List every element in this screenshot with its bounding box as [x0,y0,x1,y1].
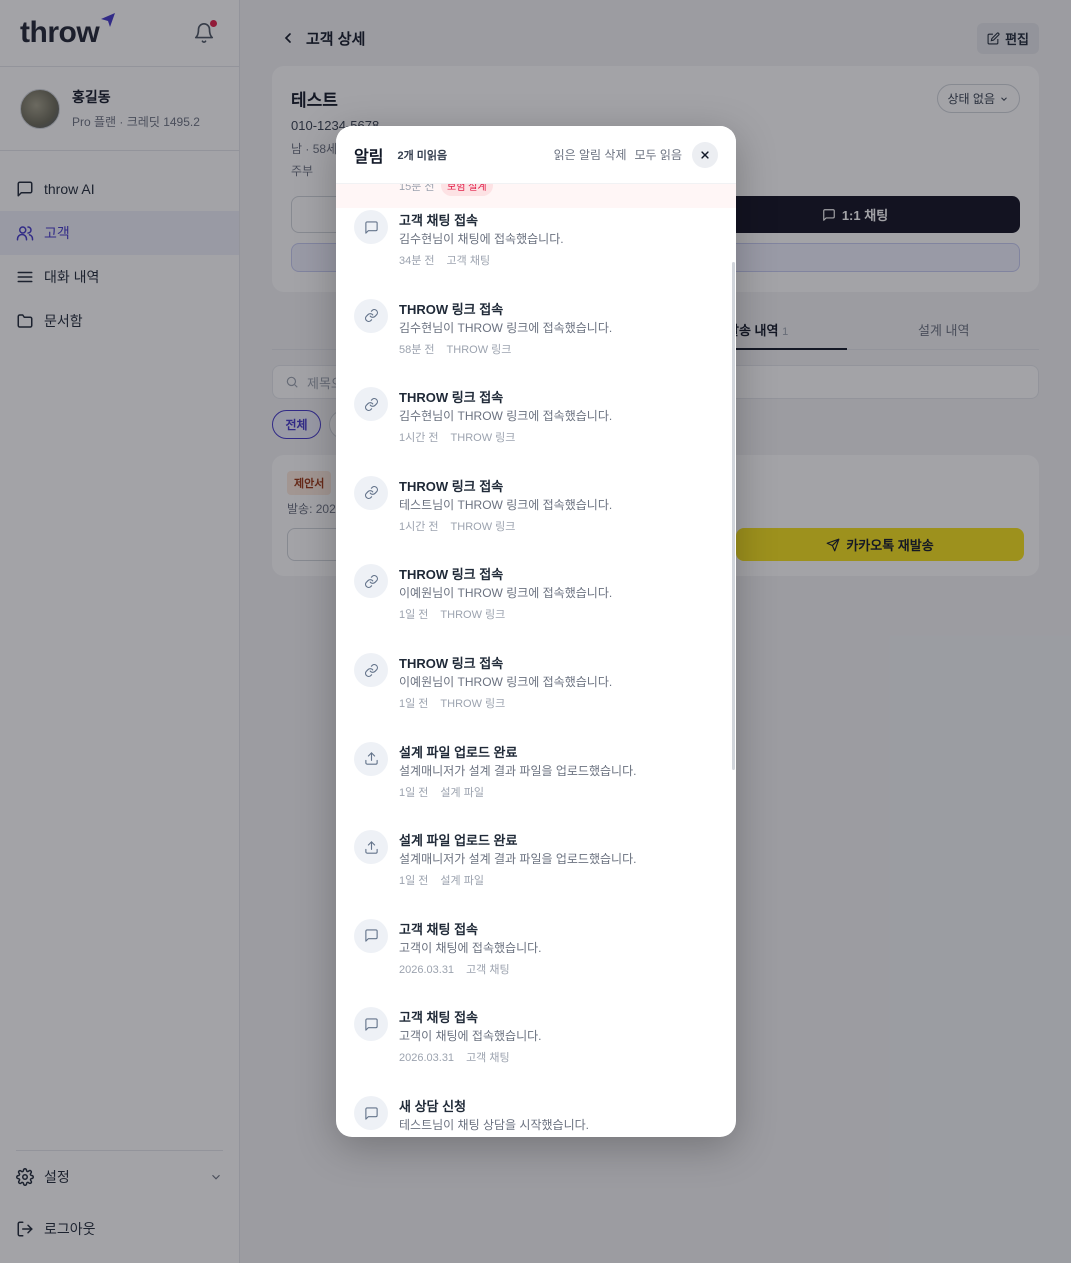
link-icon [364,309,378,323]
notification-body: 설계매니저가 설계 결과 파일을 업로드했습니다. [399,763,637,778]
upload-icon [364,752,378,765]
notification-meta: 1일 전 설계 파일 [399,872,484,888]
notification-list[interactable]: 15분 전 보험 설계 고객 채팅 접속 김수현님이 채팅에 접속했습니다. 3… [336,184,736,1137]
notification-time: 58분 전 [399,343,435,356]
close-icon [701,150,709,159]
notification-icon-wrap [354,653,388,687]
notification-category: 고객 채팅 [466,963,510,976]
notification-category: THROW 링크 [440,698,506,710]
upload-icon [364,840,378,854]
notification-body: 이예원님이 THROW 링크에 접속했습니다. [399,675,613,689]
notification-title: THROW 링크 접속 [399,656,504,671]
notification-icon-wrap [354,210,388,244]
notification-icon-wrap [354,918,388,953]
notification-item[interactable]: THROW 링크 접속 이예원님이 THROW 링크에 접속했습니다. 1일 전… [336,548,736,636]
notification-body: 테스트님이 채팅 상담을 시작했습니다. [399,1118,589,1132]
notification-meta: 1일 전 설계 파일 [399,784,484,800]
link-icon [364,663,378,677]
chat-icon [364,929,378,942]
notification-modal: 알림 2개 미읽음 읽은 알림 삭제 모두 읽음 15분 전 보험 설계 고객 … [336,126,736,1137]
notification-icon-wrap [354,475,388,510]
notification-category: THROW 링크 [446,343,512,356]
notification-item[interactable]: 설계 파일 업로드 완료 설계매니저가 설계 결과 파일을 업로드했습니다. 1… [336,814,736,902]
notification-time: 1시간 전 [399,432,439,445]
notification-category: THROW 링크 [450,432,516,445]
close-button[interactable] [692,141,718,168]
notification-time: 34분 전 [399,255,435,267]
notification-icon-wrap [354,298,388,333]
notification-meta: 1시간 전 THROW 링크 [399,429,515,445]
notification-title: THROW 링크 접속 [399,478,504,494]
notification-time: 1일 전 [399,609,429,622]
notification-meta: 34분 전 고객 채팅 [399,252,490,268]
notification-body: 김수현님이 THROW 링크에 접속했습니다. [399,409,613,424]
notification-meta: 1시간 전 THROW 링크 [399,518,515,534]
notification-item[interactable]: 고객 채팅 접속 김수현님이 채팅에 접속했습니다. 34분 전 고객 채팅 [336,194,736,282]
notification-meta: 2026.03.31 고객 채팅 [399,961,510,977]
notification-meta: 1일 전 THROW 링크 [399,695,505,711]
notification-time: 2026.03.31 [399,1052,455,1065]
notification-item[interactable]: 새 상담 신청 테스트님이 채팅 상담을 시작했습니다. [336,1080,736,1137]
notification-category: 설계 파일 [440,875,484,888]
notification-title: 고객 채팅 접속 [399,213,478,228]
notification-icon-wrap [354,830,388,865]
notification-item[interactable]: 고객 채팅 접속 고객이 채팅에 접속했습니다. 2026.03.31 고객 채팅 [336,903,736,991]
notification-item[interactable]: THROW 링크 접속 김수현님이 THROW 링크에 접속했습니다. 58분 … [336,283,736,371]
notification-body: 테스트님이 THROW 링크에 접속했습니다. [399,497,613,512]
link-icon [364,574,378,588]
unread-count: 2개 미읽음 [397,149,448,162]
notification-body: 고객이 채팅에 접속했습니다. [399,1029,542,1044]
header-actions: 읽은 알림 삭제 모두 읽음 [554,141,718,168]
notification-category: 고객 채팅 [446,255,491,267]
notification-body: 이예원님이 THROW 링크에 접속했습니다. [399,586,613,601]
notification-title: 새 상담 신청 [399,1099,467,1114]
link-icon [364,486,378,500]
notification-title: THROW 링크 접속 [399,567,504,583]
delete-read-button[interactable]: 읽은 알림 삭제 [554,146,627,163]
notification-icon-wrap [354,1007,388,1042]
notification-icon-wrap [354,1096,388,1130]
notification-title: THROW 링크 접속 [399,390,504,406]
notification-category: THROW 링크 [450,520,516,533]
notification-time: 1일 전 [399,875,429,888]
notification-icon-wrap [354,387,388,422]
notification-item[interactable]: THROW 링크 접속 김수현님이 THROW 링크에 접속했습니다. 1시간 … [336,371,736,459]
notification-icon-wrap [354,564,388,599]
modal-title: 알림 [354,148,384,166]
notification-time: 1일 전 [399,786,429,799]
notification-title: 고객 채팅 접속 [399,1010,478,1026]
notification-title: 설계 파일 업로드 완료 [399,744,518,760]
chat-icon [364,220,378,234]
notification-icon-wrap [354,741,388,776]
notification-time: 15분 전 [399,184,435,193]
notification-item[interactable]: 고객 채팅 접속 고객이 채팅에 접속했습니다. 2026.03.31 고객 채팅 [336,991,736,1079]
notification-category: THROW 링크 [440,609,506,622]
notification-item[interactable]: 설계 파일 업로드 완료 설계매니저가 설계 결과 파일을 업로드했습니다. 1… [336,726,736,814]
chat-icon [364,1018,378,1031]
mark-all-read-button[interactable]: 모두 읽음 [635,146,683,163]
notification-time: 1시간 전 [399,520,439,533]
notification-meta: 58분 전 THROW 링크 [399,341,511,357]
notification-time: 1일 전 [399,698,429,710]
notification-meta: 1일 전 THROW 링크 [399,606,505,622]
notification-title: 고객 채팅 접속 [399,921,478,937]
notification-body: 김수현님이 채팅에 접속했습니다. [399,232,564,246]
notification-title: THROW 링크 접속 [399,301,504,317]
notification-title: 설계 파일 업로드 완료 [399,833,518,849]
chat-icon [364,1106,378,1120]
notification-item[interactable]: THROW 링크 접속 이예원님이 THROW 링크에 접속했습니다. 1일 전… [336,637,736,725]
notification-item[interactable]: THROW 링크 접속 테스트님이 THROW 링크에 접속했습니다. 1시간 … [336,460,736,548]
link-icon [364,397,378,411]
notification-meta: 2026.03.31 고객 채팅 [399,1049,510,1065]
notification-body: 김수현님이 THROW 링크에 접속했습니다. [399,320,613,335]
notification-body: 고객이 채팅에 접속했습니다. [399,940,542,955]
notification-body: 설계매니저가 설계 결과 파일을 업로드했습니다. [399,852,637,867]
notification-category: 고객 채팅 [466,1052,510,1065]
notification-category: 설계 파일 [440,786,484,799]
modal-header: 알림 2개 미읽음 읽은 알림 삭제 모두 읽음 [336,126,736,184]
scrollbar[interactable] [732,262,735,770]
notification-time: 2026.03.31 [399,963,455,976]
